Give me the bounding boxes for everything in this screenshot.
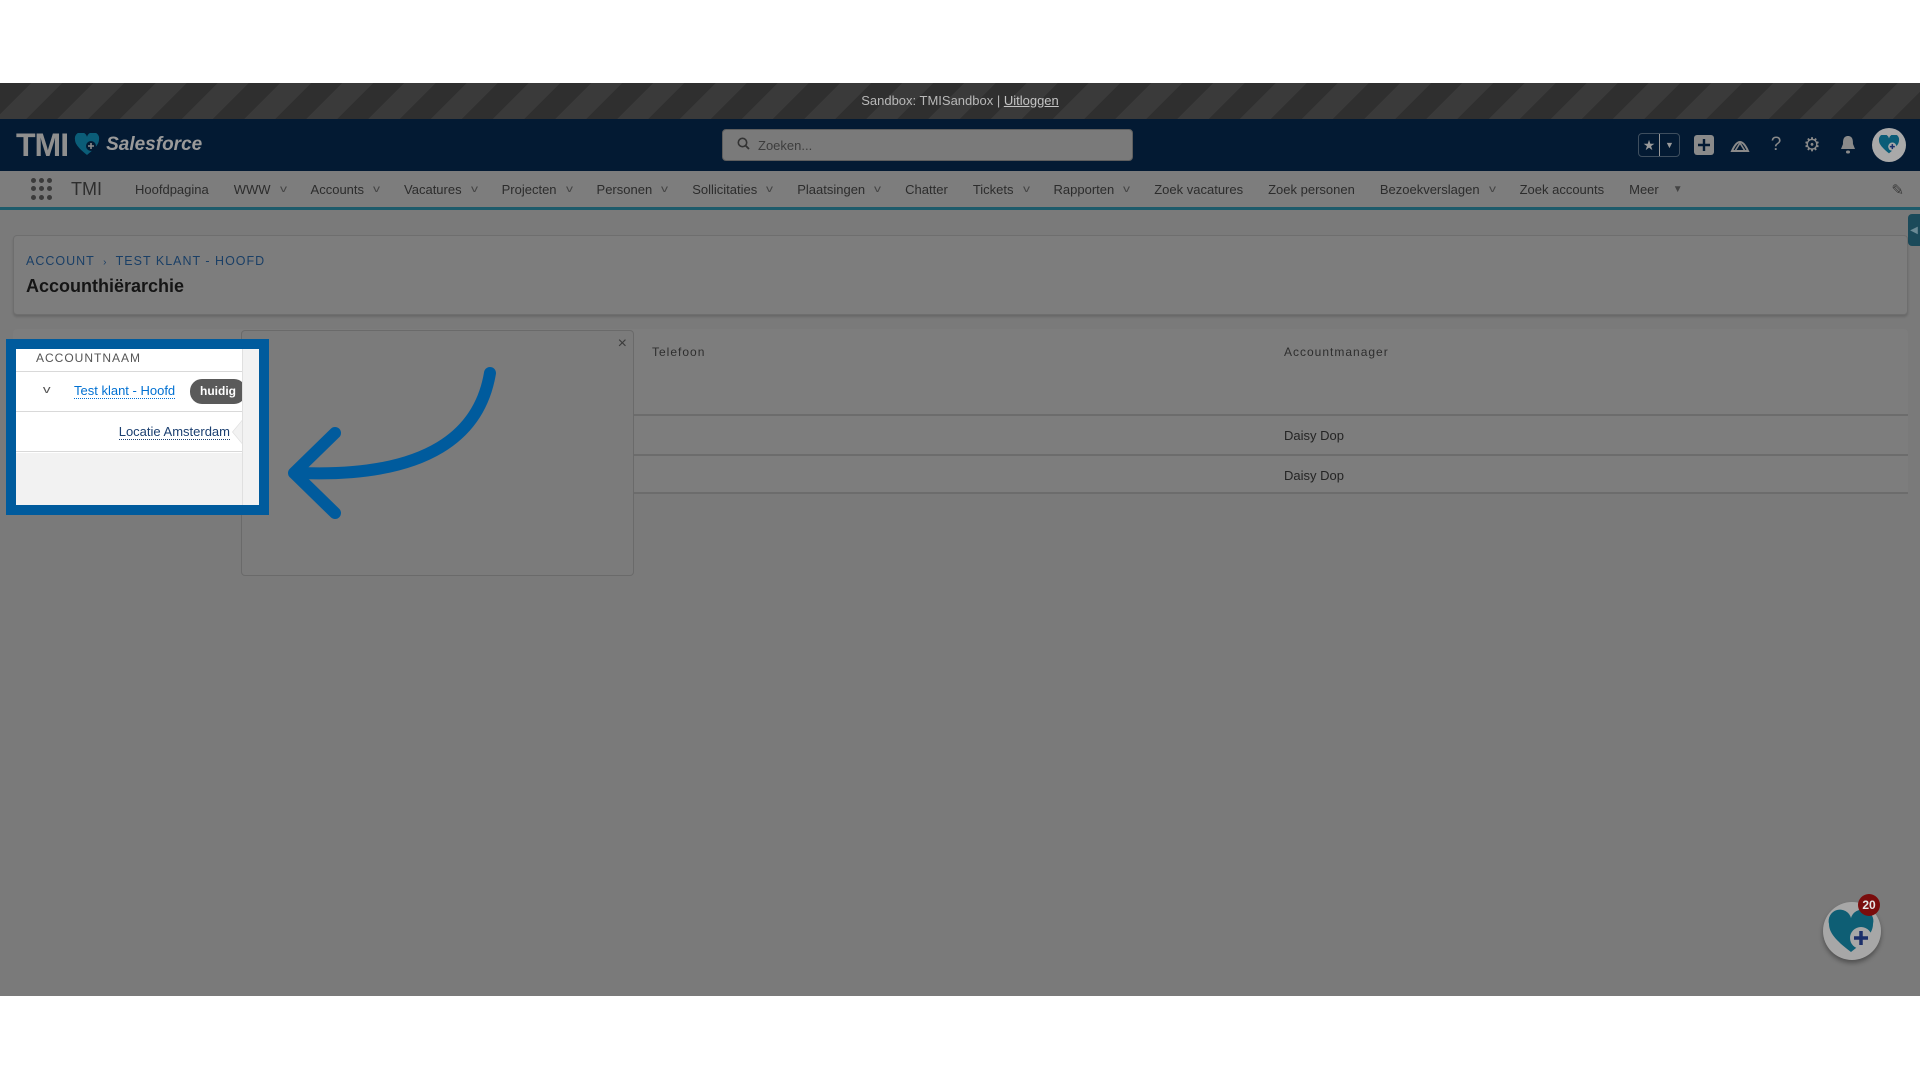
app-frame: Sandbox: TMISandbox | Uitloggen TMI Sale… [0,83,1920,996]
nav-item-label: Chatter [905,181,948,197]
chevron-down-icon[interactable]: v [280,184,287,195]
nav-item-label: Vacatures [404,181,462,197]
logo-subtitle: Salesforce [106,134,203,155]
nav-item-label: Accounts [310,181,365,197]
nav-item-accounts[interactable]: Accounts v [298,170,391,209]
nav-item-tickets[interactable]: Tickets v [960,170,1041,209]
chevron-down-icon[interactable]: v [1123,184,1130,195]
nav-item-hoofdpagina[interactable]: Hoofdpagina [122,170,221,209]
manager-cell: Daisy Dop [1284,468,1344,483]
sandbox-label: Sandbox: TMISandbox | [861,93,1004,108]
nav-item-label: Projecten [501,181,557,197]
chevron-down-icon[interactable]: v [373,184,380,195]
nav-item-label: Meer [1629,181,1659,197]
user-avatar[interactable] [1872,128,1906,162]
trailhead-icon[interactable] [1728,133,1752,157]
logo[interactable]: TMI Salesforce [16,127,202,163]
tree-row-child: Locatie Amsterdam [16,412,242,452]
favorites-star-icon[interactable]: ★ [1639,134,1659,156]
nav-item-bezoekverslagen[interactable]: Bezoekverslagen v [1367,170,1507,209]
column-header-accountnaam-cell: Accountnaam [16,349,242,372]
breadcrumb: Account › Test klant - Hoofd [26,254,265,268]
app-name: TMI [71,178,102,199]
breadcrumb-account[interactable]: Account [26,254,95,268]
nav-item-label: Zoek personen [1268,181,1355,197]
nav-item-label: Zoek accounts [1519,181,1605,197]
account-link-locatie-amsterdam[interactable]: Locatie Amsterdam [118,424,230,440]
chevron-down-icon[interactable]: v [566,184,573,195]
search-input[interactable] [758,137,1098,153]
app-navigation: TMI Hoofdpagina WWW v Accounts v Vacatures v Pr… [0,171,1920,210]
nav-item-zoek-personen[interactable]: Zoek personen [1255,170,1367,209]
column-header-telefoon[interactable]: Telefoon [652,345,705,359]
breadcrumb-record[interactable]: Test klant - Hoofd [116,254,266,268]
nav-item-personen[interactable]: Personen v [584,170,680,209]
chevron-down-icon[interactable]: v [766,184,773,195]
nav-items: Hoofdpagina WWW v Accounts v Vacatures v Projec… [122,170,1695,209]
chevron-down-icon[interactable]: v [1023,184,1030,195]
nav-item-zoek-vacatures[interactable]: Zoek vacatures [1141,170,1255,209]
close-icon[interactable]: × [618,335,627,353]
nav-item-label: Bezoekverslagen [1379,181,1480,197]
header-utility-icons: ★ ▼ ? ⚙ [1638,119,1906,171]
annotation-arrow-icon [288,367,496,519]
highlight-annotation-box: Accountnaam v Test klant - Hoofd huidig … [6,339,269,515]
logout-link[interactable]: Uitloggen [1004,93,1059,108]
heart-plus-icon [75,133,100,155]
chevron-down-icon[interactable]: v [1489,184,1496,195]
nav-item-label: WWW [233,181,271,197]
caret-down-icon[interactable]: ▼ [1673,184,1683,195]
tree-row-parent: v Test klant - Hoofd huidig [16,372,246,412]
popover-edge [242,349,259,505]
nav-item-rapporten[interactable]: Rapporten v [1041,170,1142,209]
chevron-down-icon[interactable]: v [874,184,881,195]
side-panel-toggle-icon[interactable]: ◀ [1908,214,1920,246]
nav-item-zoek-accounts[interactable]: Zoek accounts [1507,170,1617,209]
edit-nav-pencil-icon[interactable]: ✎ [1891,181,1904,199]
nav-item-label: Hoofdpagina [135,181,209,197]
nav-item-label: Rapporten [1053,181,1115,197]
nav-item-www[interactable]: WWW v [221,170,298,209]
nav-item-vacatures[interactable]: Vacatures v [391,170,489,209]
current-badge: huidig [190,379,246,404]
nav-item-plaatsingen[interactable]: Plaatsingen v [784,170,892,209]
search-icon [737,137,750,153]
setup-gear-icon[interactable]: ⚙ [1800,133,1824,157]
nav-item-label: Tickets [972,181,1014,197]
page-header: Account › Test klant - Hoofd Accounthiër… [13,235,1908,315]
global-search[interactable] [722,129,1133,161]
nav-item-sollicitaties[interactable]: Sollicitaties v [679,170,784,209]
sandbox-bar: Sandbox: TMISandbox | Uitloggen [0,83,1920,119]
favorites-dropdown-icon[interactable]: ▼ [1659,134,1679,156]
nav-item-label: Zoek vacatures [1154,181,1244,197]
notifications-bell-icon[interactable] [1836,133,1860,157]
favorites-group: ★ ▼ [1638,133,1680,157]
global-header: TMI Salesforce ★ ▼ [0,119,1920,171]
nav-item-chatter[interactable]: Chatter [892,170,960,209]
nav-item-label: Personen [596,181,653,197]
nav-item-label: Plaatsingen [797,181,866,197]
nav-item-label: Sollicitaties [692,181,758,197]
breadcrumb-separator: › [103,257,108,268]
popover-pointer [232,420,242,444]
nav-item-projecten[interactable]: Projecten v [489,170,584,209]
page-title: Accounthiërarchie [26,276,185,296]
chevron-down-icon[interactable]: v [661,184,668,195]
notification-count-badge: 20 [1858,894,1880,916]
help-icon[interactable]: ? [1764,133,1788,157]
table-footer [16,453,259,505]
global-actions-add-icon[interactable] [1692,133,1716,157]
app-launcher-icon[interactable] [31,178,53,200]
logo-text: TMI [16,126,69,163]
nav-item-meer[interactable]: Meer ▼ [1616,170,1695,209]
column-header-accountnaam[interactable]: Accountnaam [36,351,141,365]
column-header-accountmanager[interactable]: Accountmanager [1284,345,1389,359]
chevron-down-icon[interactable]: v [471,184,478,195]
account-link-test-klant-hoofd[interactable]: Test klant - Hoofd [74,383,176,399]
collapse-chevron-icon[interactable]: v [43,384,51,396]
manager-cell: Daisy Dop [1284,428,1344,443]
